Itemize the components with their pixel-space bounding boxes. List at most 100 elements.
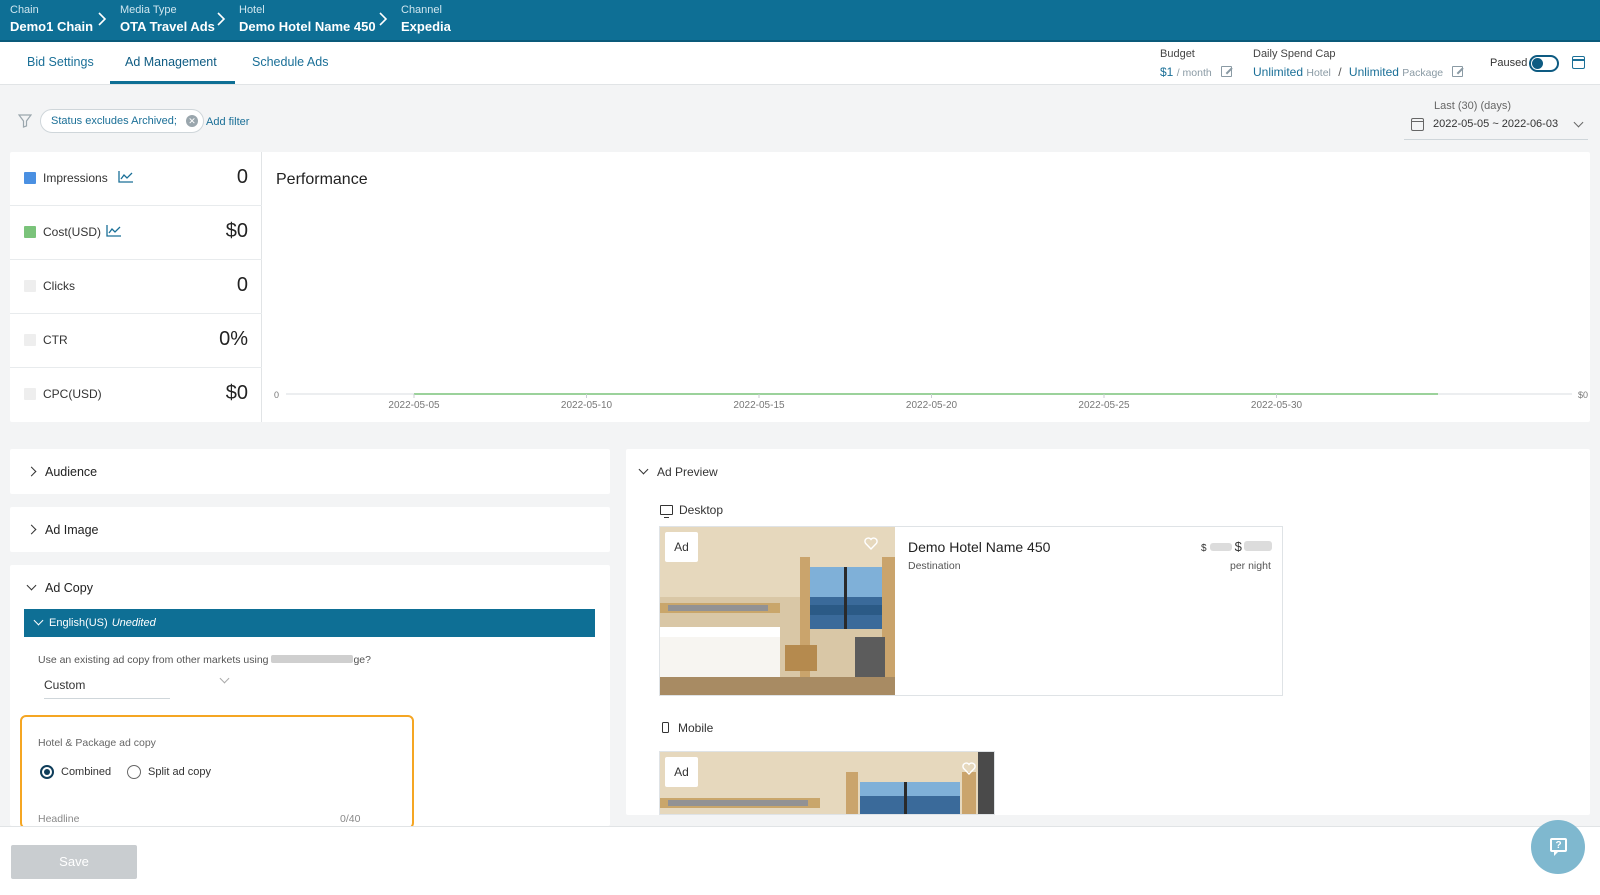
remove-filter-icon[interactable]: ✕	[185, 115, 198, 127]
metric-label: Cost(USD)	[43, 225, 102, 239]
chevron-down-icon[interactable]	[219, 673, 230, 684]
desktop-label-group: Desktop	[660, 503, 723, 519]
reuse-copy-question-prefix: Use an existing ad copy from other marke…	[38, 654, 272, 666]
breadcrumb-hotel-label: Hotel	[239, 4, 265, 16]
ad-image-header[interactable]: Ad Image	[26, 523, 99, 537]
breadcrumb-hotel-value: Demo Hotel Name 450	[239, 19, 376, 34]
split-ad-copy-radio[interactable]	[127, 765, 141, 779]
daily-cap-label: Daily Spend Cap	[1253, 48, 1336, 60]
language-accordion[interactable]: English(US) Unedited	[24, 609, 595, 637]
mobile-label-group: Mobile	[662, 721, 713, 735]
metric-value: 0	[236, 166, 248, 188]
edit-budget-icon[interactable]	[1221, 66, 1233, 77]
ad-copy-panel: Ad Copy English(US) Unedited Use an exist…	[10, 565, 610, 826]
tab-bar: Bid Settings Ad Management Schedule Ads …	[0, 42, 1600, 85]
combined-radio[interactable]	[40, 765, 54, 779]
edit-daily-cap-icon[interactable]	[1452, 66, 1464, 77]
headline-char-count: 0/40	[340, 813, 361, 825]
bottom-action-bar: Save	[0, 826, 1600, 895]
filter-icon[interactable]	[18, 114, 32, 128]
daily-cap-package-value: Unlimited	[1348, 65, 1399, 79]
metric-value: 0%	[219, 328, 248, 350]
chevron-right-icon	[26, 466, 37, 477]
tab-schedule-ads[interactable]: Schedule Ads	[252, 55, 328, 69]
budget-value-group: $1 / month	[1160, 65, 1233, 79]
breadcrumb-chain-value: Demo1 Chain	[10, 19, 94, 34]
redacted-price	[1243, 541, 1272, 551]
filter-chip-status[interactable]: Status excludes Archived; ✕	[40, 109, 204, 133]
mobile-label: Mobile	[678, 721, 714, 735]
series-toggle-swatch[interactable]	[24, 172, 36, 184]
audience-header[interactable]: Audience	[26, 465, 97, 479]
daily-cap-hotel-unit: Hotel	[1306, 67, 1331, 79]
heart-icon[interactable]	[864, 537, 878, 550]
metric-value: $0	[225, 220, 248, 242]
metric-impressions[interactable]: Impressions 0	[10, 152, 262, 206]
preview-destination: Destination	[908, 560, 961, 572]
chevron-right-icon	[98, 12, 107, 26]
chevron-down-icon	[33, 615, 44, 626]
ad-copy-source-select[interactable]: Custom	[44, 673, 170, 699]
paused-toggle[interactable]	[1529, 55, 1559, 72]
split-ad-copy-label[interactable]: Split ad copy	[148, 766, 211, 778]
calendar-icon	[1411, 118, 1424, 131]
paused-label: Paused	[1490, 57, 1528, 69]
trend-line-icon	[118, 171, 133, 183]
metric-clicks[interactable]: Clicks 0	[10, 260, 262, 314]
reuse-copy-question: Use an existing ad copy from other marke…	[38, 654, 371, 666]
redacted-strike-price	[1209, 543, 1232, 551]
performance-card: Impressions 0 Cost(USD) $0 Clicks 0 CTR …	[10, 152, 1590, 422]
x-tick-label: 2022-05-15	[733, 400, 785, 411]
series-toggle-swatch[interactable]	[24, 280, 36, 292]
headline-label: Headline	[38, 813, 80, 825]
x-tick-label: 2022-05-10	[561, 400, 613, 411]
chevron-down-icon	[26, 580, 37, 591]
ad-copy-title: Ad Copy	[45, 581, 93, 595]
desktop-icon	[660, 505, 673, 519]
combined-label[interactable]: Combined	[61, 766, 111, 778]
metric-label: CTR	[43, 333, 68, 347]
metric-cost[interactable]: Cost(USD) $0	[10, 206, 262, 260]
budget-value: $1	[1160, 65, 1174, 79]
breadcrumb-channel-label: Channel	[401, 4, 442, 16]
metric-label: Impressions	[43, 171, 108, 185]
redacted-text	[271, 655, 354, 663]
help-chat-icon: ?	[1550, 838, 1567, 856]
ad-image-panel[interactable]: Ad Image	[10, 507, 610, 552]
desktop-ad-card: Ad Demo Hotel Name 450 Destination $ $ pe…	[659, 526, 1283, 696]
tab-ad-management[interactable]: Ad Management	[125, 55, 217, 69]
series-toggle-swatch[interactable]	[24, 388, 36, 400]
x-tick-label: 2022-05-20	[906, 400, 958, 411]
metric-ctr[interactable]: CTR 0%	[10, 314, 262, 368]
series-toggle-swatch[interactable]	[24, 226, 36, 238]
ad-badge: Ad	[665, 532, 698, 562]
filter-chip-label: Status excludes Archived;	[51, 115, 177, 127]
ad-copy-header[interactable]: Ad Copy	[26, 580, 93, 595]
audience-panel[interactable]: Audience	[10, 449, 610, 494]
date-range-label: Last (30) (days)	[1434, 100, 1512, 112]
schedule-calendar-icon[interactable]	[1572, 56, 1585, 69]
series-toggle-swatch[interactable]	[24, 334, 36, 346]
metrics-list: Impressions 0 Cost(USD) $0 Clicks 0 CTR …	[10, 152, 262, 422]
save-button[interactable]: Save	[11, 845, 137, 879]
ad-preview-panel: Ad Preview Desktop Ad Demo Hotel Name 45…	[626, 449, 1590, 815]
hotel-package-ad-copy-section: Hotel & Package ad copy Combined Split a…	[20, 715, 414, 826]
ad-preview-header[interactable]: Ad Preview	[638, 464, 718, 479]
mobile-hotel-room-photo	[660, 752, 994, 814]
daily-cap-hotel-value: Unlimited	[1253, 65, 1304, 79]
heart-icon[interactable]	[962, 762, 976, 775]
x-tick-label: 2022-05-30	[1251, 400, 1303, 411]
budget-label: Budget	[1160, 48, 1195, 60]
add-filter-link[interactable]: Add filter	[206, 116, 249, 128]
strike-price-currency: $	[1201, 543, 1207, 554]
metric-label: CPC(USD)	[43, 387, 102, 401]
tab-bid-settings[interactable]: Bid Settings	[27, 55, 94, 69]
metric-value: $0	[225, 382, 248, 404]
chevron-right-icon	[217, 12, 226, 26]
language-name: English(US)	[49, 617, 108, 629]
help-chat-button[interactable]: ?	[1531, 820, 1585, 874]
metric-cpc[interactable]: CPC(USD) $0	[10, 368, 262, 422]
performance-chart: 0 $0 2022-05-05 2022-05-10 2022-05-15 2022-…	[274, 390, 1588, 411]
date-range-picker[interactable]: 2022-05-05 ~ 2022-06-03	[1404, 114, 1588, 140]
breadcrumb-chain-label: Chain	[10, 4, 39, 16]
